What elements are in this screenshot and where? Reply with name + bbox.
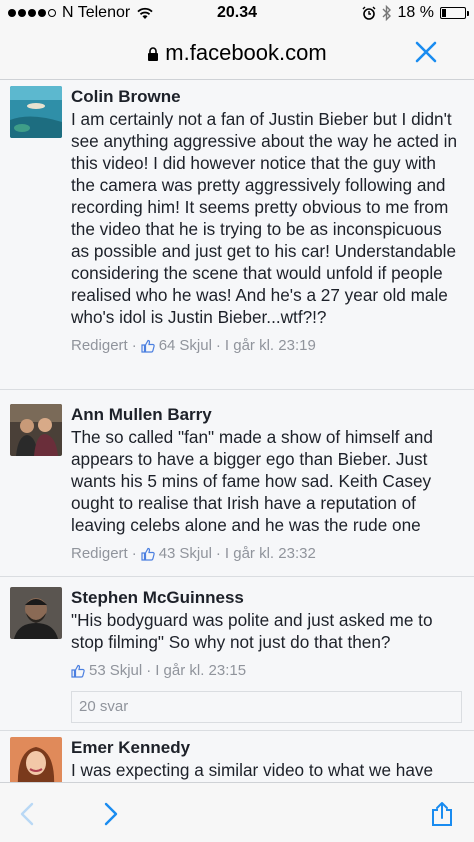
- comment-text: The so called "fan" made a show of himse…: [71, 427, 433, 535]
- chevron-left-icon[interactable]: [16, 801, 40, 827]
- avatar[interactable]: [10, 737, 62, 782]
- like-icon: [71, 664, 85, 678]
- comment-item: Colin Browne I am certainly not a fan of…: [0, 80, 474, 390]
- commenter-name[interactable]: Emer Kennedy: [71, 737, 462, 759]
- avatar[interactable]: [10, 587, 62, 639]
- comment-time[interactable]: I går kl. 23:15: [155, 661, 246, 681]
- comment-item: Ann Mullen Barry The so called "fan" mad…: [0, 390, 474, 577]
- battery-icon: [440, 7, 469, 19]
- avatar[interactable]: [10, 86, 62, 138]
- comment-item: Stephen McGuinness "His bodyguard was po…: [0, 577, 474, 731]
- comment-meta: Redigert · 64 Skjul · I går kl. 23:19: [71, 336, 316, 356]
- like-icon: [141, 547, 155, 561]
- comment-meta: Redigert · 43 Skjul · I går kl. 23:32: [71, 544, 316, 564]
- chevron-right-icon[interactable]: [98, 801, 122, 827]
- bluetooth-icon: [382, 5, 391, 21]
- url-display[interactable]: m.facebook.com: [0, 40, 474, 66]
- close-icon[interactable]: [414, 40, 438, 64]
- like-count[interactable]: 64: [159, 336, 176, 356]
- status-bar: N Telenor 20.34 18 %: [0, 0, 474, 26]
- alarm-icon: [362, 6, 376, 20]
- commenter-name[interactable]: Stephen McGuinness: [71, 587, 462, 609]
- share-icon[interactable]: [430, 801, 454, 827]
- comment-meta: 53 Skjul · I går kl. 23:15: [71, 661, 462, 681]
- like-count[interactable]: 43: [159, 544, 176, 564]
- hide-link[interactable]: Skjul: [179, 336, 212, 356]
- url-text: m.facebook.com: [165, 40, 327, 65]
- comment-text: "His bodyguard was polite and just asked…: [71, 610, 433, 652]
- comment-time[interactable]: I går kl. 23:32: [225, 544, 316, 564]
- hide-link[interactable]: Skjul: [110, 661, 143, 681]
- hide-link[interactable]: Skjul: [179, 544, 212, 564]
- avatar[interactable]: [10, 404, 62, 456]
- address-bar: m.facebook.com: [0, 26, 474, 80]
- edited-label[interactable]: Redigert: [71, 544, 128, 564]
- like-count[interactable]: 53: [89, 661, 106, 681]
- lock-icon: [148, 47, 159, 61]
- edited-label[interactable]: Redigert: [71, 336, 128, 356]
- comment-time[interactable]: I går kl. 23:19: [225, 336, 316, 356]
- status-right: 18 %: [362, 4, 469, 22]
- comment-text: I was expecting a similar video to what …: [71, 760, 434, 780]
- view-replies-button[interactable]: 20 svar: [71, 691, 462, 723]
- comment-item: Emer Kennedy I was expecting a similar v…: [0, 731, 474, 782]
- like-icon: [141, 339, 155, 353]
- commenter-name[interactable]: Ann Mullen Barry: [71, 404, 462, 426]
- comments-feed[interactable]: Colin Browne I am certainly not a fan of…: [0, 80, 474, 782]
- commenter-name[interactable]: Colin Browne: [71, 86, 462, 108]
- battery-percent: 18 %: [397, 4, 434, 21]
- comment-text: I am certainly not a fan of Justin Biebe…: [71, 109, 458, 327]
- browser-toolbar: [0, 782, 474, 842]
